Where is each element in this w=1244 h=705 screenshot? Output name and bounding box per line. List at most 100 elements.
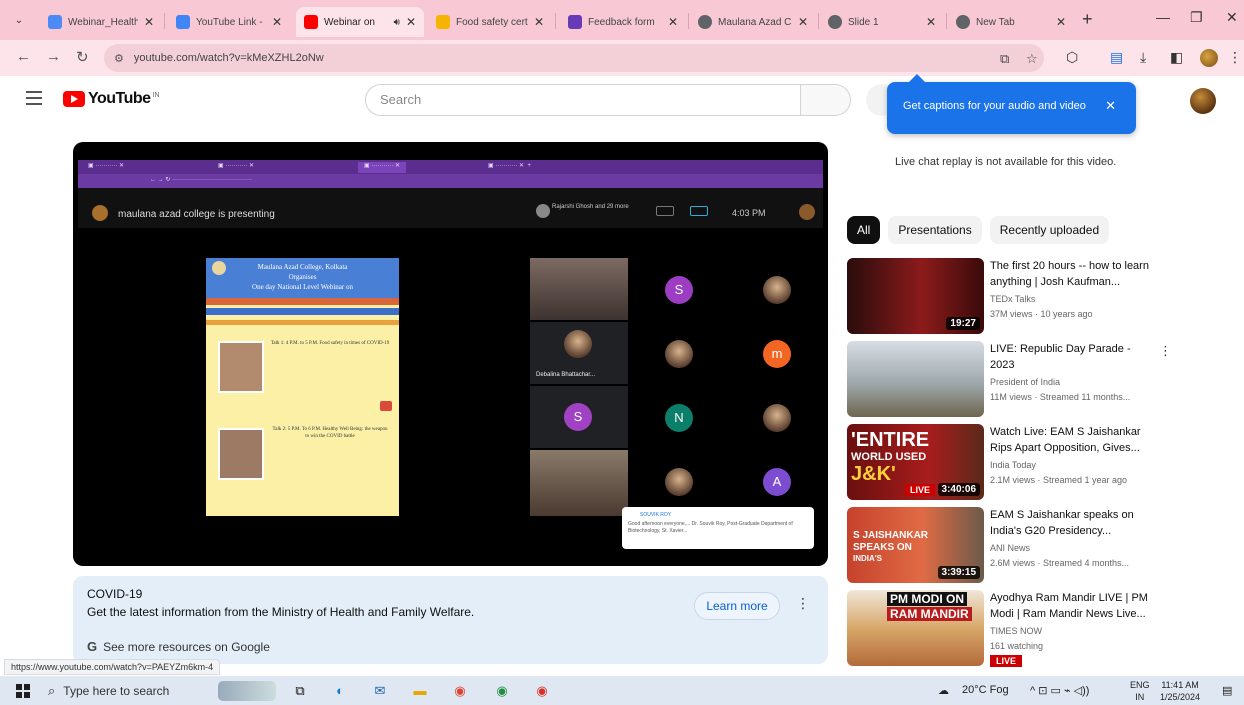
college-seal bbox=[212, 261, 226, 275]
system-tray-icons[interactable]: ^ ⊡ ▭ ⌁ ◁)) bbox=[1030, 684, 1089, 697]
chrome-profile-icon[interactable]: ◉ bbox=[492, 681, 512, 701]
speaker-2-photo bbox=[218, 428, 264, 480]
college-logo bbox=[92, 205, 108, 221]
chrome-icon[interactable]: ◉ bbox=[450, 681, 470, 701]
inner-address-bar: ← → ↻ ··································… bbox=[78, 174, 823, 188]
captions-popup: Get captions for your audio and video ✕ bbox=[887, 74, 1136, 134]
recommended-video[interactable]: PM MODI ON RAM MANDIR Ayodhya Ram Mandir… bbox=[847, 590, 1242, 668]
slide-topic-bar bbox=[206, 298, 399, 305]
youtube-icon bbox=[304, 15, 318, 29]
video-thumbnail[interactable] bbox=[847, 341, 984, 417]
hamburger-menu-icon[interactable] bbox=[26, 91, 42, 109]
google-g-icon: G bbox=[87, 639, 98, 654]
recommended-video[interactable]: S JAISHANKAR SPEAKS ON INDIA'S 3:39:15 E… bbox=[847, 507, 1242, 585]
youtube-logo[interactable]: YouTube IN bbox=[63, 90, 160, 108]
profile-avatar[interactable] bbox=[1200, 49, 1218, 67]
maximize-icon[interactable]: ❐ bbox=[1190, 9, 1203, 26]
reload-icon[interactable]: ↻ bbox=[76, 48, 89, 66]
weather-text[interactable]: 20°C Fog bbox=[962, 684, 1009, 696]
language-indicator[interactable]: ENG IN bbox=[1130, 679, 1150, 703]
site-info-icon[interactable]: ⚙ bbox=[114, 52, 124, 65]
participant-bubble bbox=[665, 468, 693, 496]
tab-new-tab[interactable]: New Tab ✕ bbox=[948, 7, 1074, 37]
forward-arrow-icon[interactable]: → bbox=[46, 48, 61, 65]
video-thumbnail[interactable]: 'ENTIRE WORLD USED J&K' LIVE 3:40:06 bbox=[847, 424, 984, 500]
close-icon[interactable]: ✕ bbox=[668, 15, 678, 29]
close-icon[interactable]: ✕ bbox=[272, 15, 282, 29]
tab-food-safety[interactable]: Food safety cert ✕ bbox=[428, 7, 552, 37]
chip-recently-uploaded[interactable]: Recently uploaded bbox=[989, 216, 1110, 244]
chip-presentations[interactable]: Presentations bbox=[888, 216, 982, 244]
captions-icon[interactable]: ▤ bbox=[1110, 49, 1123, 66]
tab-webinar-health[interactable]: Webinar_Health ✕ bbox=[40, 7, 162, 37]
search-icon: ⌕ bbox=[48, 683, 56, 698]
learn-more-button[interactable]: Learn more bbox=[694, 592, 780, 620]
participant-bubble bbox=[763, 404, 791, 432]
slides-icon bbox=[436, 15, 450, 29]
live-badge: LIVE bbox=[990, 655, 1023, 667]
close-icon[interactable]: ✕ bbox=[798, 15, 808, 29]
close-icon[interactable]: ✕ bbox=[1056, 15, 1066, 29]
recommended-video[interactable]: LIVE: Republic Day Parade - 2023 Preside… bbox=[847, 341, 1242, 419]
tab-maulana-azad[interactable]: Maulana Azad C ✕ bbox=[690, 7, 816, 37]
close-icon[interactable]: ✕ bbox=[534, 15, 544, 29]
forms-icon bbox=[568, 15, 582, 29]
search-highlight-image bbox=[218, 681, 276, 701]
menu-kebab-icon[interactable]: ⋮ bbox=[1228, 49, 1242, 66]
tab-feedback-form[interactable]: Feedback form ✕ bbox=[560, 7, 686, 37]
close-icon[interactable]: ✕ bbox=[144, 15, 154, 29]
file-explorer-icon[interactable]: ▬ bbox=[410, 681, 430, 701]
edge-icon[interactable]: ◐ bbox=[330, 681, 350, 701]
weather-icon[interactable]: ☁ bbox=[938, 684, 949, 697]
more-options-icon[interactable]: ⋮ bbox=[796, 595, 810, 612]
close-icon[interactable]: ✕ bbox=[1105, 98, 1116, 114]
recommended-video[interactable]: 19:27 The first 20 hours -- how to learn… bbox=[847, 258, 1242, 336]
tab-webinar-on[interactable]: Webinar on 🔊︎ ✕ bbox=[296, 7, 424, 37]
minimize-icon[interactable]: — bbox=[1156, 9, 1170, 25]
bookmark-star-icon[interactable]: ☆ bbox=[1026, 51, 1038, 67]
download-icon[interactable]: ⤓ bbox=[1140, 49, 1146, 66]
address-bar[interactable]: ⚙ youtube.com/watch?v=kMeXZHL2oNw bbox=[104, 44, 1044, 72]
video-player[interactable]: ▣ ··········· ✕ ▣ ··········· ✕ ▣ ······… bbox=[73, 142, 828, 566]
back-arrow-icon[interactable]: ← bbox=[16, 48, 31, 65]
layout-icon bbox=[656, 206, 674, 216]
meet-top-bar: maulana azad college is presenting Rajar… bbox=[78, 188, 823, 228]
window-close-icon[interactable]: ✕ bbox=[1226, 9, 1238, 26]
browser-toolbar: ← → ↻ ⚙ youtube.com/watch?v=kMeXZHL2oNw … bbox=[0, 40, 1244, 76]
clock[interactable]: 11:41 AM 1/25/2024 bbox=[1160, 679, 1200, 703]
mail-icon[interactable]: ✉ bbox=[370, 681, 390, 701]
chat-notification: SOUVIK ROY Good afternoon everyone,... D… bbox=[622, 507, 814, 549]
new-tab-plus-icon[interactable]: + bbox=[1082, 9, 1093, 30]
tab-search-chevron-icon[interactable]: ⌄ bbox=[8, 11, 30, 31]
task-view-icon[interactable]: ⧉ bbox=[290, 681, 310, 701]
video-thumbnail[interactable]: S JAISHANKAR SPEAKS ON INDIA'S 3:39:15 bbox=[847, 507, 984, 583]
more-options-icon[interactable]: ⋮ bbox=[1159, 343, 1172, 359]
google-resources-link[interactable]: G See more resources on Google bbox=[87, 639, 270, 654]
install-app-icon[interactable]: ⧉ bbox=[1000, 51, 1009, 67]
chip-all[interactable]: All bbox=[847, 216, 881, 244]
extensions-icon[interactable]: ⬡ bbox=[1066, 49, 1078, 66]
notification-icon[interactable]: ▤ bbox=[1222, 684, 1232, 697]
globe-icon bbox=[828, 15, 842, 29]
participant-tile: S bbox=[530, 386, 628, 448]
search-button[interactable] bbox=[801, 84, 851, 116]
account-avatar[interactable] bbox=[1190, 88, 1216, 114]
tab-youtube-link[interactable]: YouTube Link - L ✕ bbox=[168, 7, 290, 37]
video-thumbnail[interactable]: 19:27 bbox=[847, 258, 984, 334]
search-input[interactable]: Search bbox=[365, 84, 801, 116]
side-panel-icon[interactable]: ◧ bbox=[1170, 49, 1183, 66]
recommended-video[interactable]: 'ENTIRE WORLD USED J&K' LIVE 3:40:06 Wat… bbox=[847, 424, 1242, 502]
chrome-active-icon[interactable]: ◉ bbox=[532, 681, 552, 701]
close-icon[interactable]: ✕ bbox=[926, 15, 936, 29]
close-icon[interactable]: ✕ bbox=[406, 15, 416, 29]
participant-tile-camera bbox=[530, 450, 628, 516]
participant-bubble bbox=[763, 276, 791, 304]
participant-bubble: N bbox=[665, 404, 693, 432]
globe-icon bbox=[698, 15, 712, 29]
video-thumbnail[interactable]: PM MODI ON RAM MANDIR bbox=[847, 590, 984, 666]
tab-slide-1[interactable]: Slide 1 ✕ bbox=[820, 7, 944, 37]
windows-start-icon[interactable] bbox=[16, 684, 30, 698]
docs-icon bbox=[176, 15, 190, 29]
presenter-label: Rajarshi Ghosh and 29 more bbox=[536, 204, 629, 218]
url-text: youtube.com/watch?v=kMeXZHL2oNw bbox=[133, 52, 324, 64]
